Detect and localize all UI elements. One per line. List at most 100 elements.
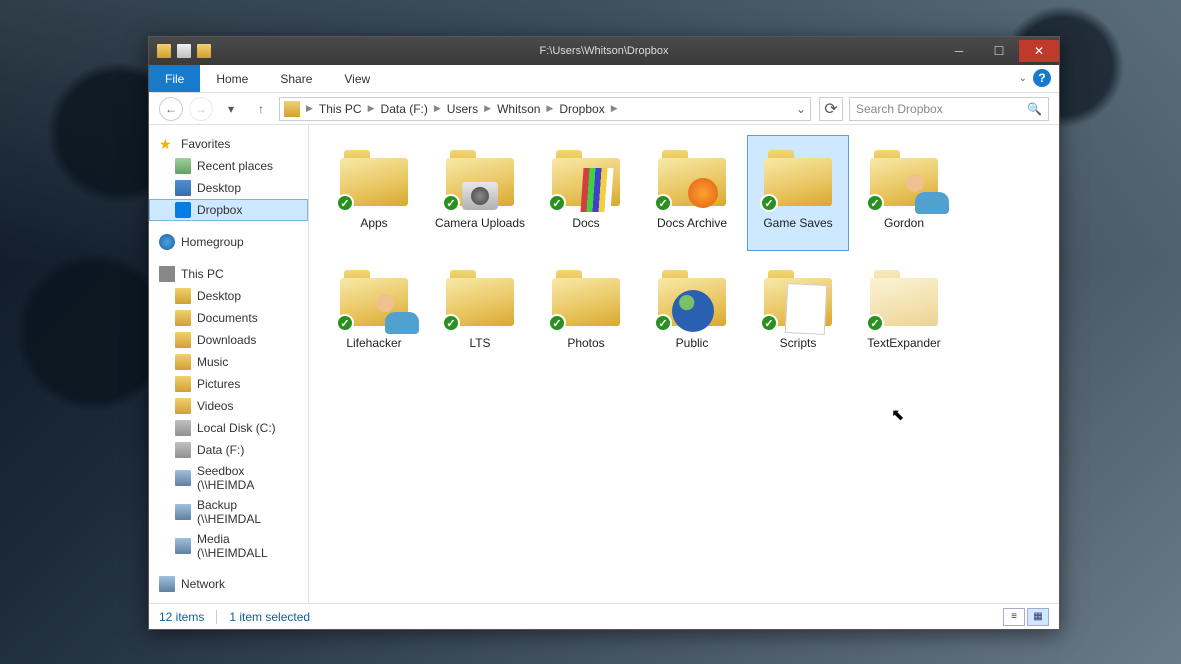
folder-label: Photos [567, 336, 604, 350]
back-button[interactable]: ← [159, 97, 183, 121]
close-button[interactable]: ✕ [1019, 40, 1059, 62]
search-input[interactable]: Search Dropbox 🔍 [849, 97, 1049, 121]
folder-label: Apps [360, 216, 387, 230]
mouse-cursor-icon: ⬉ [891, 405, 904, 425]
bc-users[interactable]: Users [443, 102, 482, 116]
folder-item[interactable]: Public [641, 255, 743, 371]
address-dropdown-icon[interactable]: ⌄ [796, 102, 806, 116]
sidebar-item-media[interactable]: Media (\\HEIMDALL [149, 529, 308, 563]
folder-item[interactable]: Photos [535, 255, 637, 371]
bc-whitson[interactable]: Whitson [493, 102, 544, 116]
location-icon [284, 101, 300, 117]
sidebar-item-music[interactable]: Music [149, 351, 308, 373]
chevron-right-icon[interactable]: ▶ [432, 103, 443, 114]
chevron-right-icon[interactable]: ▶ [482, 103, 493, 114]
sidebar-item-localdisk[interactable]: Local Disk (C:) [149, 417, 308, 439]
bc-dropbox[interactable]: Dropbox [555, 102, 608, 116]
tab-home[interactable]: Home [200, 65, 264, 92]
tab-file[interactable]: File [149, 65, 200, 92]
separator [216, 610, 217, 624]
window-controls: ─ ☐ ✕ [939, 40, 1059, 62]
bc-data-f[interactable]: Data (F:) [377, 102, 432, 116]
sidebar-item-pictures[interactable]: Pictures [149, 373, 308, 395]
folder-item[interactable]: TextExpander [853, 255, 955, 371]
up-button[interactable]: ↑ [249, 97, 273, 121]
tab-share[interactable]: Share [264, 65, 328, 92]
sidebar-item-desktop2[interactable]: Desktop [149, 285, 308, 307]
body: ★ Favorites Recent places Desktop Dropbo… [149, 125, 1059, 603]
sidebar-item-dataf[interactable]: Data (F:) [149, 439, 308, 461]
folder-item[interactable]: Game Saves [747, 135, 849, 251]
folder-icon [864, 260, 944, 336]
qat-newfolder-icon[interactable] [197, 44, 211, 58]
breadcrumb[interactable]: ▶ This PC ▶ Data (F:) ▶ Users ▶ Whitson … [279, 97, 811, 121]
sidebar-item-videos[interactable]: Videos [149, 395, 308, 417]
homegroup-icon [159, 234, 175, 250]
status-item-count: 12 items [159, 610, 204, 624]
folder-item[interactable]: Apps [323, 135, 425, 251]
netdrive-icon [175, 504, 191, 520]
titlebar[interactable]: F:\Users\Whitson\Dropbox ─ ☐ ✕ [149, 37, 1059, 65]
sidebar-item-seedbox[interactable]: Seedbox (\\HEIMDA [149, 461, 308, 495]
folder-label: TextExpander [867, 336, 940, 350]
folder-icon [175, 354, 191, 370]
sync-check-icon [442, 314, 460, 332]
sidebar-item-dropbox[interactable]: Dropbox [149, 199, 308, 221]
folder-item[interactable]: LTS [429, 255, 531, 371]
folder-icon [652, 260, 732, 336]
chevron-right-icon[interactable]: ▶ [544, 103, 555, 114]
chevron-right-icon[interactable]: ▶ [304, 103, 315, 114]
folder-label: Gordon [884, 216, 924, 230]
sidebar-item-downloads[interactable]: Downloads [149, 329, 308, 351]
tab-view[interactable]: View [328, 65, 386, 92]
refresh-button[interactable]: ⟳ [819, 97, 843, 121]
folder-item[interactable]: Gordon [853, 135, 955, 251]
help-icon[interactable]: ? [1033, 69, 1051, 87]
maximize-button[interactable]: ☐ [979, 40, 1019, 62]
pc-icon [159, 266, 175, 282]
netdrive-icon [175, 538, 191, 554]
sidebar-thispc[interactable]: This PC [149, 263, 308, 285]
sync-check-icon [548, 194, 566, 212]
sidebar-network[interactable]: Network [149, 573, 308, 595]
recent-dropdown-icon[interactable]: ▾ [219, 97, 243, 121]
folder-view[interactable]: ⬉ Apps Camera Uploads DocsDocs ArchiveGame… [309, 125, 1059, 603]
sync-check-icon [548, 314, 566, 332]
search-icon: 🔍 [1027, 102, 1042, 116]
folder-icon [334, 260, 414, 336]
folder-icon [758, 260, 838, 336]
folder-label: Scripts [780, 336, 817, 350]
globe-overlay-icon [672, 290, 714, 332]
folder-item[interactable]: Docs Archive [641, 135, 743, 251]
folder-item[interactable]: Camera Uploads [429, 135, 531, 251]
sidebar-homegroup[interactable]: Homegroup [149, 231, 308, 253]
sidebar-favorites[interactable]: ★ Favorites [149, 133, 308, 155]
sidebar-item-backup[interactable]: Backup (\\HEIMDAL [149, 495, 308, 529]
folder-item[interactable]: Lifehacker [323, 255, 425, 371]
sidebar-item-desktop[interactable]: Desktop [149, 177, 308, 199]
folder-icon [440, 260, 520, 336]
sync-check-icon [654, 314, 672, 332]
minimize-button[interactable]: ─ [939, 40, 979, 62]
folder-label: Camera Uploads [435, 216, 525, 230]
sync-check-icon [866, 194, 884, 212]
ribbon-expand-icon[interactable]: ⌄ [1019, 73, 1027, 84]
desktop-icon [175, 180, 191, 196]
bc-this-pc[interactable]: This PC [315, 102, 366, 116]
details-view-button[interactable]: ≡ [1003, 608, 1025, 626]
chevron-right-icon[interactable]: ▶ [366, 103, 377, 114]
sidebar-item-documents[interactable]: Documents [149, 307, 308, 329]
icons-view-button[interactable]: ▦ [1027, 608, 1049, 626]
folder-icon [546, 140, 626, 216]
folder-item[interactable]: Docs [535, 135, 637, 251]
sidebar-item-recent[interactable]: Recent places [149, 155, 308, 177]
folder-icon [175, 398, 191, 414]
sync-check-icon [654, 194, 672, 212]
chevron-right-icon[interactable]: ▶ [609, 103, 620, 114]
forward-button[interactable]: → [189, 97, 213, 121]
qat [149, 44, 219, 58]
qat-properties-icon[interactable] [177, 44, 191, 58]
folder-item[interactable]: Scripts [747, 255, 849, 371]
view-toggles: ≡ ▦ [1003, 608, 1049, 626]
navbar: ← → ▾ ↑ ▶ This PC ▶ Data (F:) ▶ Users ▶ … [149, 93, 1059, 125]
